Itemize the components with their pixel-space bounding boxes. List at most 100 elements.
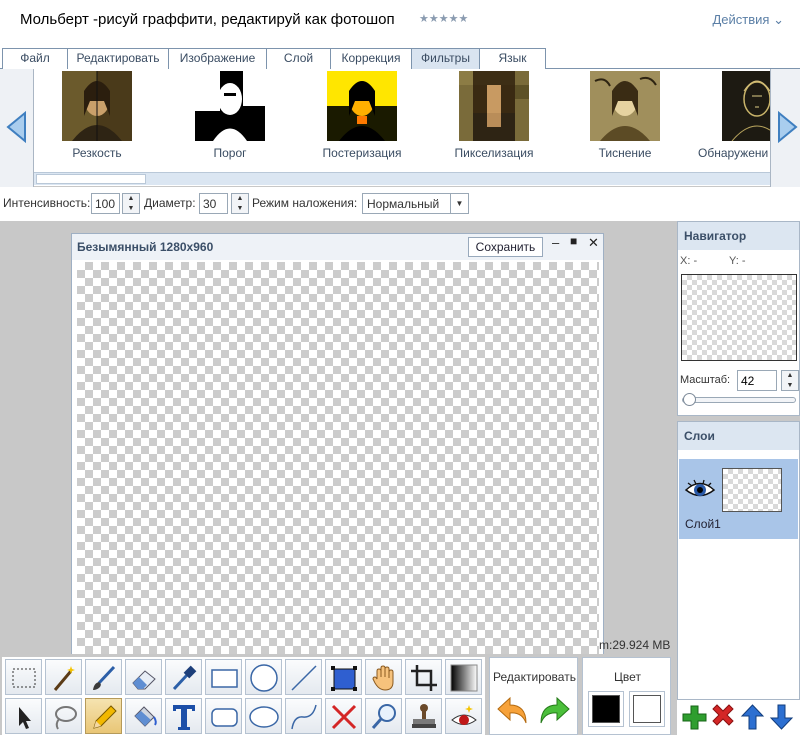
menu-edit[interactable]: Редактировать (67, 48, 169, 69)
rect-select-tool[interactable] (5, 659, 42, 695)
filter-label: Тиснение (598, 146, 652, 160)
hand-tool[interactable] (365, 659, 402, 695)
up-arrow-icon[interactable]: ▲ (782, 371, 798, 381)
secondary-color-swatch[interactable] (629, 691, 665, 727)
menu-correction[interactable]: Коррекция (330, 48, 412, 69)
line-tool[interactable] (285, 659, 322, 695)
move-layer-up-icon[interactable] (739, 703, 766, 731)
filter-label: Обнаружени (698, 146, 769, 160)
move-tool[interactable] (5, 698, 42, 734)
fill-bucket-tool[interactable] (125, 698, 162, 734)
rounded-rect-tool[interactable] (205, 698, 242, 734)
blend-mode-select[interactable]: Нормальный ▼ (362, 193, 469, 214)
secondary-color-fill (633, 695, 661, 723)
clone-stamp-tool[interactable] (405, 698, 442, 734)
up-arrow-icon[interactable]: ▲ (232, 194, 248, 204)
filter-threshold[interactable]: Порог (165, 71, 295, 161)
scrollbar-thumb[interactable] (36, 174, 146, 184)
rectangle-tool[interactable] (205, 659, 242, 695)
arrow-left-icon (6, 111, 26, 143)
chevron-down-icon: ⌄ (773, 12, 784, 27)
add-layer-icon[interactable] (681, 703, 708, 731)
layer-row[interactable]: Слой1 (679, 459, 798, 539)
filter-pixelate[interactable]: Пикселизация (429, 71, 559, 161)
document-title: Безымянный 1280x960 (77, 240, 214, 254)
document-titlebar[interactable]: Безымянный 1280x960 Сохранить – ■ ✕ (72, 234, 603, 260)
navigator-preview[interactable] (681, 274, 797, 361)
text-tool[interactable] (165, 698, 202, 734)
minimize-icon[interactable]: – (552, 235, 559, 250)
oval-tool[interactable] (245, 698, 282, 734)
memory-usage: m:29.924 MB (599, 638, 671, 652)
delete-layer-icon[interactable] (709, 703, 736, 731)
edit-panel-label: Редактировать (493, 670, 576, 684)
clear-tool[interactable] (325, 698, 362, 734)
main-menu: Файл Редактировать Изображение Слой Корр… (0, 43, 800, 69)
filter-strip-scrollbar[interactable] (34, 172, 770, 185)
pixelate-preview-image (459, 71, 529, 141)
close-icon[interactable]: ✕ (588, 235, 599, 251)
transform-tool[interactable] (325, 659, 362, 695)
maximize-icon[interactable]: ■ (570, 234, 577, 248)
app-window: Мольберт -рисуй граффити, редактируй как… (0, 0, 800, 735)
red-eye-tool[interactable] (445, 698, 482, 734)
rectangle-icon (211, 669, 238, 688)
menu-filters[interactable]: Фильтры (411, 48, 480, 69)
filter-label: Пикселизация (454, 146, 534, 160)
eraser-tool[interactable] (125, 659, 162, 695)
save-button[interactable]: Сохранить (468, 237, 543, 257)
red-x-icon (331, 704, 357, 730)
down-arrow-icon[interactable]: ▼ (232, 204, 248, 214)
menu-language[interactable]: Язык (479, 48, 546, 69)
zoom-stepper[interactable]: ▲ ▼ (781, 370, 799, 391)
zoom-slider-knob[interactable] (683, 393, 696, 406)
zoom-slider[interactable] (682, 393, 796, 406)
redo-icon[interactable] (537, 695, 571, 727)
actions-menu-button[interactable]: Действия ⌄ (713, 12, 785, 28)
move-layer-down-icon[interactable] (768, 703, 795, 731)
crop-tool[interactable] (405, 659, 442, 695)
zoom-input[interactable]: 42 (737, 370, 777, 391)
text-icon (173, 705, 195, 730)
scroll-left-button[interactable] (0, 69, 34, 187)
filter-strip: Резкость Порог Постеризация Пикселизация… (0, 69, 800, 187)
filter-label: Резкость (72, 146, 122, 160)
down-arrow-icon[interactable]: ▼ (782, 381, 798, 391)
primary-color-swatch[interactable] (588, 691, 624, 727)
red-eye-icon (451, 705, 477, 725)
drawing-canvas[interactable] (77, 262, 599, 654)
filter-edge-detect[interactable]: Обнаружени (690, 71, 770, 161)
dropdown-arrow-icon[interactable]: ▼ (450, 194, 468, 213)
intensity-stepper[interactable]: ▲ ▼ (122, 193, 140, 214)
magic-wand-tool[interactable] (45, 659, 82, 695)
pencil-tool[interactable] (85, 698, 122, 734)
filter-sharpen[interactable]: Резкость (32, 71, 162, 161)
scroll-right-button[interactable] (770, 69, 800, 187)
up-arrow-icon[interactable]: ▲ (123, 194, 139, 204)
gradient-tool[interactable] (445, 659, 482, 695)
lasso-tool[interactable] (45, 698, 82, 734)
diameter-input[interactable]: 30 (199, 193, 228, 214)
threshold-preview-image (195, 71, 265, 141)
blend-mode-label: Режим наложения: (252, 196, 358, 210)
curve-tool[interactable] (285, 698, 322, 734)
filter-emboss[interactable]: Тиснение (560, 71, 690, 161)
ellipse-tool[interactable] (245, 659, 282, 695)
actions-label: Действия (712, 12, 770, 27)
intensity-input[interactable]: 100 (91, 193, 120, 214)
undo-icon[interactable] (496, 695, 530, 727)
filter-posterize[interactable]: Постеризация (297, 71, 427, 161)
menu-layer[interactable]: Слой (266, 48, 331, 69)
layers-header: Слои (678, 422, 799, 450)
menu-image[interactable]: Изображение (168, 48, 267, 69)
navigator-panel: Навигатор X: - Y: - Масштаб: 42 ▲ ▼ (677, 221, 800, 416)
menu-file[interactable]: Файл (2, 48, 68, 69)
brush-tool[interactable] (85, 659, 122, 695)
eyedropper-tool[interactable] (165, 659, 202, 695)
edge-detect-preview-image (722, 71, 770, 141)
zoom-tool[interactable] (365, 698, 402, 734)
eye-icon[interactable] (684, 479, 716, 499)
diameter-stepper[interactable]: ▲ ▼ (231, 193, 249, 214)
down-arrow-icon[interactable]: ▼ (123, 204, 139, 214)
eyedropper-icon (172, 665, 197, 691)
